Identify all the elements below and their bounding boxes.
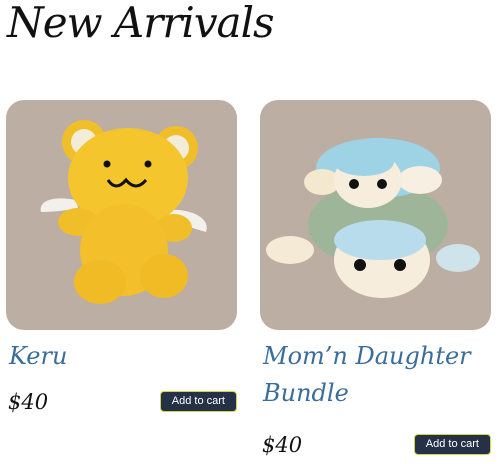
product-name-bundle[interactable]: Mom’n Daughter Bundle <box>263 338 491 412</box>
product-price-bundle: $40 <box>262 433 303 457</box>
product-image-keru[interactable] <box>6 100 237 330</box>
add-to-cart-button-bundle[interactable]: Add to cart <box>413 434 491 455</box>
add-to-cart-button-keru[interactable]: Add to cart <box>159 391 237 412</box>
product-image-bundle[interactable] <box>260 100 491 330</box>
product-price-keru: $40 <box>8 390 49 414</box>
turtles-illustration <box>266 138 480 298</box>
product-card-bundle: Mom’n Daughter Bundle $40 Add to cart <box>260 100 491 457</box>
bear-illustration <box>40 120 207 304</box>
page-title: New Arrivals <box>7 0 275 47</box>
product-name-keru[interactable]: Keru <box>9 338 237 375</box>
product-card-keru: Keru $40 Add to cart <box>6 100 237 414</box>
